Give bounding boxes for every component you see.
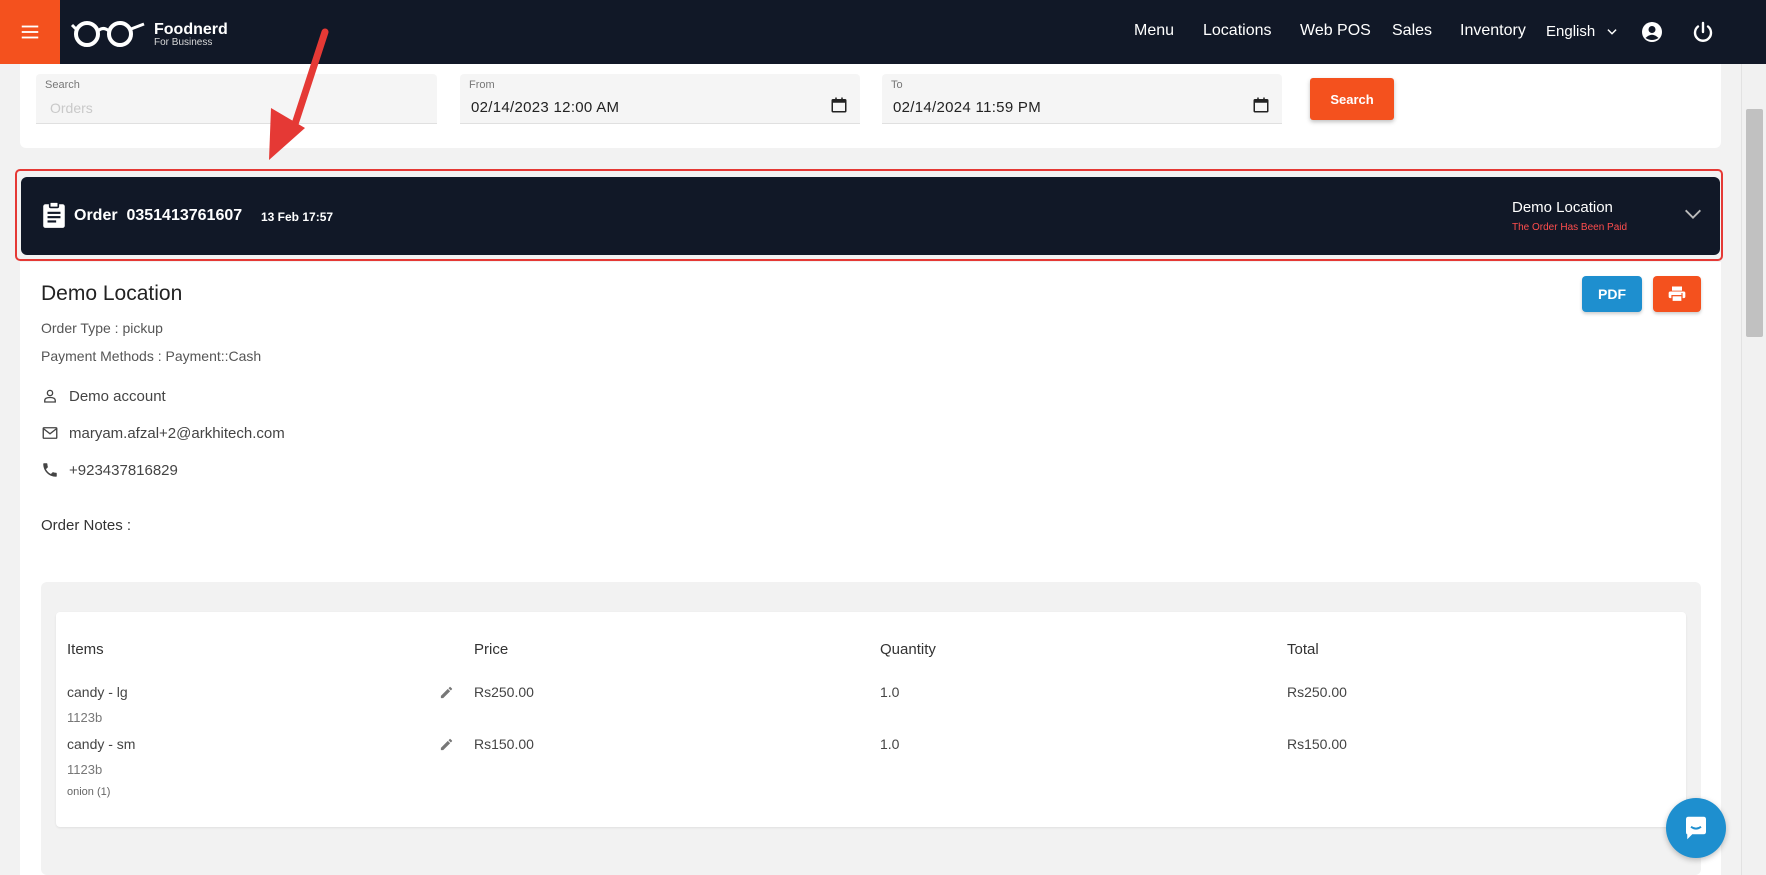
to-date-value: 02/14/2024 11:59 PM xyxy=(893,99,1042,116)
pencil-edit-icon[interactable] xyxy=(439,685,454,700)
search-label: Search xyxy=(45,79,80,91)
nav-item-inventory[interactable]: Inventory xyxy=(1460,22,1526,40)
scrollbar-thumb[interactable] xyxy=(1746,109,1763,337)
customer-phone: +923437816829 xyxy=(69,461,178,479)
item-modifier: onion (1) xyxy=(67,786,111,798)
column-header-items: Items xyxy=(67,641,104,658)
brand-name: Foodnerd xyxy=(154,20,228,38)
item-price: Rs250.00 xyxy=(474,684,534,700)
item-sku: 1123b xyxy=(67,762,103,777)
search-button[interactable]: Search xyxy=(1310,78,1394,120)
order-payment-status: The Order Has Been Paid xyxy=(1512,222,1628,233)
phone-icon xyxy=(43,463,57,477)
nav-item-locations[interactable]: Locations xyxy=(1203,22,1272,40)
order-header-row[interactable]: Order 0351413761607 13 Feb 17:57 Demo Lo… xyxy=(21,177,1720,255)
hamburger-menu-button[interactable] xyxy=(0,0,60,64)
pdf-button[interactable]: PDF xyxy=(1582,276,1642,312)
language-selector[interactable]: English xyxy=(1546,23,1619,40)
search-placeholder: Orders xyxy=(50,100,93,116)
pencil-edit-icon[interactable] xyxy=(439,737,454,752)
nav-item-sales[interactable]: Sales xyxy=(1392,22,1432,40)
chevron-down-icon[interactable] xyxy=(1682,203,1704,225)
order-date: 13 Feb 17:57 xyxy=(261,210,334,224)
detail-location-title: Demo Location xyxy=(41,282,183,305)
brand-logo[interactable]: Foodnerd For Business xyxy=(70,16,228,53)
order-notes-label: Order Notes : xyxy=(41,517,132,534)
column-header-price: Price xyxy=(474,641,509,658)
customer-email-row: maryam.afzal+2@arkhitech.com xyxy=(41,424,285,442)
from-label: From xyxy=(469,79,495,91)
nav-item-menu[interactable]: Menu xyxy=(1134,22,1174,40)
item-price: Rs150.00 xyxy=(474,736,534,752)
language-label: English xyxy=(1546,23,1596,40)
item-name: candy - sm xyxy=(67,736,136,752)
customer-email: maryam.afzal+2@arkhitech.com xyxy=(69,424,285,442)
from-date-field[interactable]: From 02/14/2023 12:00 AM xyxy=(460,74,860,124)
column-header-total: Total xyxy=(1287,641,1319,658)
power-icon[interactable] xyxy=(1691,20,1715,44)
order-number: Order 0351413761607 xyxy=(74,207,243,224)
item-sku: 1123b xyxy=(67,710,103,725)
customer-phone-row: +923437816829 xyxy=(41,461,178,479)
to-label: To xyxy=(891,79,903,91)
to-date-field[interactable]: To 02/14/2024 11:59 PM xyxy=(882,74,1282,124)
item-name: candy - lg xyxy=(67,684,128,700)
customer-name-row: Demo account xyxy=(41,387,166,405)
clipboard-icon xyxy=(43,201,65,228)
chat-bubble-icon xyxy=(1686,816,1706,840)
person-icon xyxy=(44,389,56,403)
calendar-icon[interactable] xyxy=(830,96,848,114)
account-icon[interactable] xyxy=(1640,20,1664,44)
menu-icon xyxy=(21,25,39,39)
column-header-quantity: Quantity xyxy=(880,641,936,658)
order-items-table: Items Price Quantity Total candy - lg 11… xyxy=(56,612,1686,827)
search-orders-field[interactable]: Search Orders xyxy=(36,74,437,124)
calendar-icon[interactable] xyxy=(1252,96,1270,114)
nav-item-web-pos[interactable]: Web POS xyxy=(1300,22,1371,40)
page-scrollbar[interactable] xyxy=(1741,64,1766,875)
item-quantity: 1.0 xyxy=(880,736,900,752)
order-detail-card: Demo Location Order Type : pickup Paymen… xyxy=(20,262,1721,875)
chat-support-button[interactable] xyxy=(1666,798,1726,858)
item-total: Rs250.00 xyxy=(1287,684,1347,700)
order-location: Demo Location xyxy=(1512,199,1613,216)
glasses-logo-icon xyxy=(70,16,148,53)
print-button[interactable] xyxy=(1653,276,1701,312)
from-date-value: 02/14/2023 12:00 AM xyxy=(471,99,620,116)
chevron-down-icon xyxy=(1607,28,1617,35)
order-type: Order Type : pickup xyxy=(41,320,163,336)
item-total: Rs150.00 xyxy=(1287,736,1347,752)
printer-icon xyxy=(1668,286,1686,303)
item-quantity: 1.0 xyxy=(880,684,900,700)
payment-methods: Payment Methods : Payment::Cash xyxy=(41,348,262,364)
brand-tagline: For Business xyxy=(154,36,213,48)
order-items-panel: Items Price Quantity Total candy - lg 11… xyxy=(41,582,1701,875)
email-icon xyxy=(42,427,58,439)
customer-name: Demo account xyxy=(69,387,166,405)
red-arrow-annotation xyxy=(269,28,329,160)
